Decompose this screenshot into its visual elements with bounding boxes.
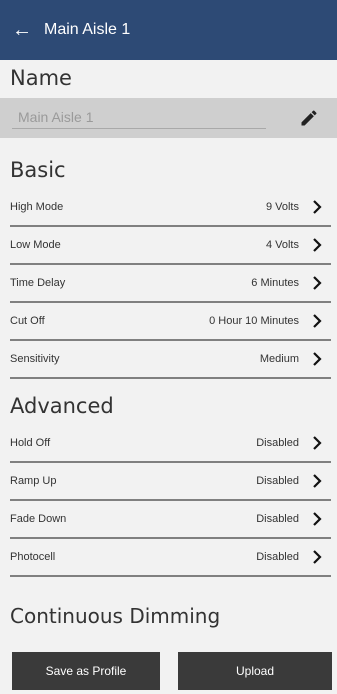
setting-row-high-mode[interactable]: High Mode 9 Volts: [10, 189, 331, 227]
setting-label: Time Delay: [10, 277, 66, 289]
pencil-icon[interactable]: [299, 108, 319, 128]
basic-section-title: Basic: [10, 158, 66, 182]
setting-label: Fade Down: [10, 513, 67, 525]
chevron-right-icon: [313, 550, 322, 564]
name-input[interactable]: [12, 106, 266, 129]
app-header: ← Main Aisle 1: [0, 0, 337, 60]
setting-row-ramp-up[interactable]: Ramp Up Disabled: [10, 463, 331, 501]
save-as-profile-button[interactable]: Save as Profile: [12, 652, 160, 690]
chevron-right-icon: [313, 314, 322, 328]
setting-label: Photocell: [10, 551, 56, 563]
continuous-dimming-title[interactable]: Continuous Dimming: [10, 604, 220, 628]
setting-value: 6 Minutes: [251, 277, 299, 289]
name-row: [0, 98, 337, 138]
chevron-right-icon: [313, 238, 322, 252]
name-section-title: Name: [10, 66, 72, 90]
setting-label: Cut Off: [10, 315, 45, 327]
setting-value: 9 Volts: [265, 201, 299, 213]
setting-value: Disabled: [256, 551, 299, 563]
setting-value: 0 Hour 10 Minutes: [209, 315, 299, 327]
setting-row-photocell[interactable]: Photocell Disabled: [10, 539, 331, 577]
setting-value: 4 Volts: [265, 239, 299, 251]
setting-label: Hold Off: [10, 437, 51, 449]
setting-row-low-mode[interactable]: Low Mode 4 Volts: [10, 227, 331, 265]
setting-label: Sensitivity: [10, 353, 60, 365]
setting-label: Low Mode: [10, 239, 61, 251]
chevron-right-icon: [313, 474, 322, 488]
setting-value: Medium: [259, 353, 299, 365]
chevron-right-icon: [313, 436, 322, 450]
setting-row-hold-off[interactable]: Hold Off Disabled: [10, 425, 331, 463]
chevron-right-icon: [313, 200, 322, 214]
setting-value: Disabled: [256, 513, 299, 525]
setting-row-cut-off[interactable]: Cut Off 0 Hour 10 Minutes: [10, 303, 331, 341]
advanced-section-title: Advanced: [10, 394, 114, 418]
chevron-right-icon: [313, 276, 322, 290]
page-title: Main Aisle 1: [44, 21, 131, 38]
chevron-right-icon: [313, 512, 322, 526]
arrow-left-icon[interactable]: ←: [0, 0, 44, 60]
setting-row-fade-down[interactable]: Fade Down Disabled: [10, 501, 331, 539]
setting-row-time-delay[interactable]: Time Delay 6 Minutes: [10, 265, 331, 303]
setting-value: Disabled: [256, 437, 299, 449]
chevron-right-icon: [313, 352, 322, 366]
setting-value: Disabled: [256, 475, 299, 487]
setting-row-sensitivity[interactable]: Sensitivity Medium: [10, 341, 331, 379]
setting-label: Ramp Up: [10, 475, 57, 487]
setting-label: High Mode: [10, 201, 64, 213]
upload-button[interactable]: Upload: [178, 652, 332, 690]
